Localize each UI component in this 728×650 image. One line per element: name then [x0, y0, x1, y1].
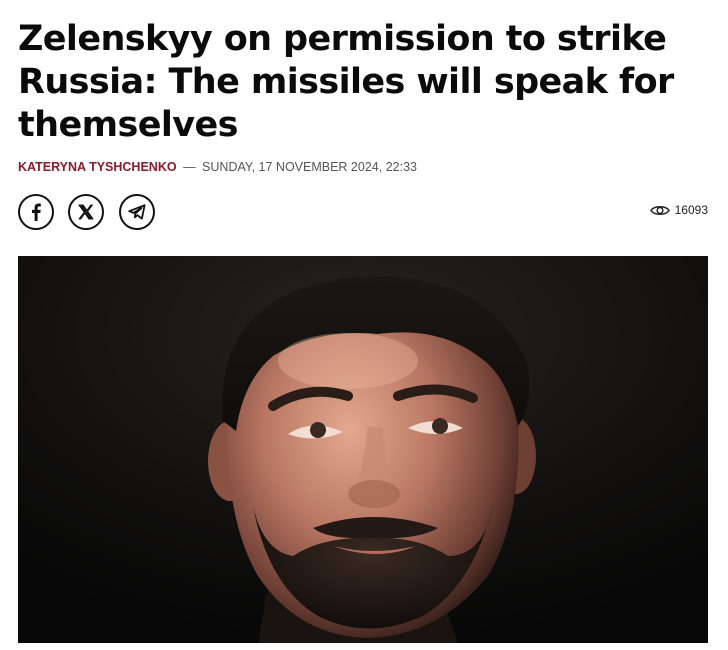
author-link[interactable]: KATERYNA TYSHCHENKO [18, 160, 177, 174]
byline-separator: — [183, 160, 196, 174]
telegram-icon [128, 204, 146, 220]
facebook-icon [32, 203, 41, 221]
share-row: 16093 [18, 194, 708, 230]
eye-icon [649, 205, 670, 215]
telegram-share-button[interactable] [118, 194, 155, 230]
facebook-share-button[interactable] [18, 194, 54, 230]
article: Zelenskyy on permission to strike Russia… [18, 0, 708, 230]
portrait-illustration [18, 256, 708, 643]
x-share-button[interactable] [68, 194, 105, 230]
views-count: 16093 [674, 203, 708, 217]
x-icon [78, 204, 95, 220]
views-counter: 16093 [649, 203, 708, 217]
portrait-photo [18, 256, 708, 643]
byline: KATERYNA TYSHCHENKO — SUNDAY, 17 NOVEMBE… [18, 159, 708, 175]
publish-date: SUNDAY, 17 NOVEMBER 2024, 22:33 [202, 160, 417, 174]
headline: Zelenskyy on permission to strike Russia… [18, 19, 674, 145]
